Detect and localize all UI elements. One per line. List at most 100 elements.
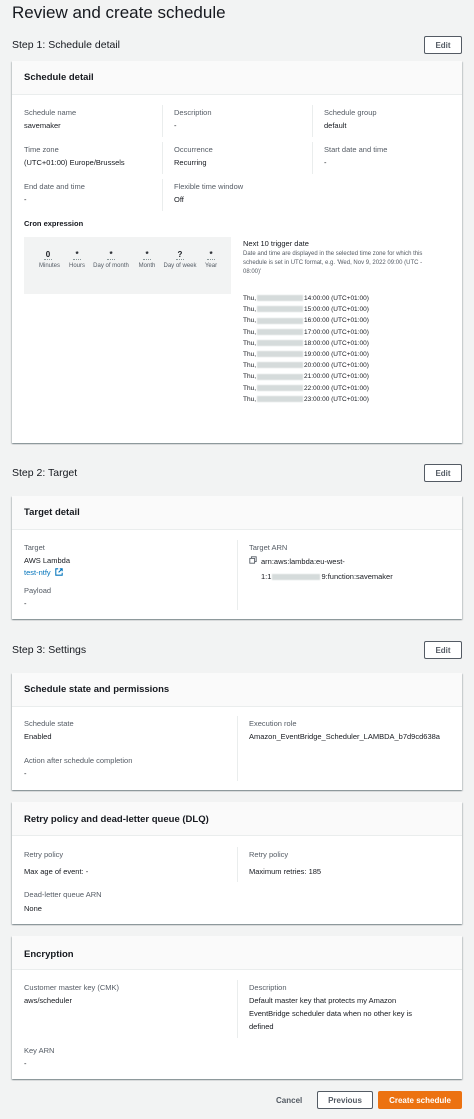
payload-value: - [24,599,27,608]
card-header: Schedule state and permissions [12,673,462,707]
step2-edit-button[interactable]: Edit [424,464,462,482]
cron-month: * Month [138,250,156,269]
copy-icon[interactable] [249,556,257,566]
redacted [257,395,304,402]
card-header: Retry policy and dead-letter queue (DLQ) [12,802,462,836]
trigger-item: Thu, 19:00:00 (UTC+01:00) [243,350,369,358]
card-header: Target detail [12,496,462,530]
schedule-name-value: savemaker [24,121,61,130]
target-value: AWS Lambda [24,556,70,565]
step3-edit-button[interactable]: Edit [424,641,462,659]
step1-title: Step 1: Schedule detail [12,39,120,51]
next-trigger-desc-3: 08:00)' [243,269,262,275]
redacted [272,574,321,581]
redacted [257,373,304,380]
card-title: Target detail [24,507,80,518]
end-date-label: End date and time [24,182,85,191]
time-zone-label: Time zone [24,145,59,154]
cancel-button[interactable]: Cancel [276,1096,302,1105]
cmk-value: aws/scheduler [24,996,72,1005]
card-title: Encryption [24,949,74,960]
next-trigger-title: Next 10 trigger date [243,239,309,248]
retry-policy-label-2: Retry policy [249,850,289,859]
action-after-value: - [24,769,27,778]
target-detail-card: Target detail Target AWS Lambda test-ntf… [12,496,462,619]
trigger-item: Thu, 20:00:00 (UTC+01:00) [243,362,369,370]
encryption-card: Encryption Customer master key (CMK) aws… [12,936,462,1079]
schedule-state-value: Enabled [24,732,52,741]
external-link-icon [55,568,63,576]
key-arn-value: - [24,1059,27,1068]
previous-button[interactable]: Previous [317,1091,373,1109]
card-header: Schedule detail [12,61,462,95]
trigger-item: Thu, 22:00:00 (UTC+01:00) [243,384,369,392]
cron-day-of-month: * Day of month [93,250,129,269]
redacted [257,340,304,347]
schedule-detail-card: Schedule detail Schedule name savemaker … [12,61,462,443]
flex-window-label: Flexible time window [174,182,244,191]
next-trigger-desc-1: Date and time are displayed in the selec… [243,251,423,257]
divider [312,105,313,137]
divider [162,142,163,174]
target-label: Target [24,543,45,552]
create-schedule-button[interactable]: Create schedule [378,1091,462,1109]
trigger-list: Thu, 14:00:00 (UTC+01:00) Thu, 15:00:00 (U… [243,295,369,407]
encryption-description-line-3: defined [249,1022,274,1031]
cron-hours: * Hours [68,250,85,269]
trigger-item: Thu, 17:00:00 (UTC+01:00) [243,328,369,336]
divider [237,980,238,1038]
execution-role-value: Amazon_EventBridge_Scheduler_LAMBDA_b7d9… [249,732,440,741]
dlq-label: Dead-letter queue ARN [24,890,102,899]
schedule-state-label: Schedule state [24,719,74,728]
next-trigger-desc-2: schedule is set in UTC format, e.g. 'Wed… [243,260,423,266]
schedule-group-label: Schedule group [324,108,377,117]
divider [312,142,313,174]
page-title: Review and create schedule [12,3,226,22]
target-arn-line-1: arn:aws:lambda:eu-west- [261,557,345,566]
target-link[interactable]: test-ntfy [24,568,63,577]
step2-title: Step 2: Target [12,467,78,479]
retry-policy-label: Retry policy [24,850,64,859]
redacted [257,317,304,324]
schedule-group-value: default [324,121,347,130]
start-date-value: - [324,158,327,167]
key-arn-label: Key ARN [24,1046,55,1055]
action-after-label: Action after schedule completion [24,756,133,765]
redacted [257,362,304,369]
redacted [257,384,304,391]
step3-title: Step 3: Settings [12,644,87,656]
redacted [257,351,304,358]
execution-role-label: Execution role [249,719,297,728]
payload-label: Payload [24,586,52,595]
divider [237,847,238,882]
trigger-item: Thu, 23:00:00 (UTC+01:00) [243,395,369,403]
cron-minutes: 0 Minutes [39,250,61,269]
redacted [257,295,304,302]
target-arn-line-2: 1:1 9:function:savemaker [261,572,393,581]
cron-expression-box: 0 Minutes * Hours * Day of month * Month ? Da… [24,237,231,294]
flex-window-value: Off [174,195,184,204]
divider [162,105,163,137]
redacted [257,306,304,313]
target-arn-label: Target ARN [249,543,288,552]
card-title: Schedule state and permissions [24,684,170,695]
encryption-description-line-1: Default master key that protects my Amaz… [249,996,397,1005]
step1-edit-button[interactable]: Edit [424,36,462,54]
trigger-item: Thu, 16:00:00 (UTC+01:00) [243,317,369,325]
schedule-name-label: Schedule name [24,108,77,117]
max-age-value: Max age of event: - [24,867,89,876]
start-date-label: Start date and time [324,145,388,154]
encryption-description-line-2: EventBridge scheduler data when no other… [249,1009,413,1018]
trigger-item: Thu, 18:00:00 (UTC+01:00) [243,339,369,347]
cron-expression-label: Cron expression [24,219,84,228]
cron-year: * Year [204,250,218,269]
cmk-label: Customer master key (CMK) [24,983,120,992]
cron-day-of-week: ? Day of week [163,250,197,269]
dlq-value: None [24,904,42,913]
card-title: Retry policy and dead-letter queue (DLQ) [24,814,209,825]
card-header: Encryption [12,936,462,970]
end-date-value: - [24,195,27,204]
divider [237,716,238,781]
trigger-item: Thu, 15:00:00 (UTC+01:00) [243,306,369,314]
description-value: - [174,121,177,130]
